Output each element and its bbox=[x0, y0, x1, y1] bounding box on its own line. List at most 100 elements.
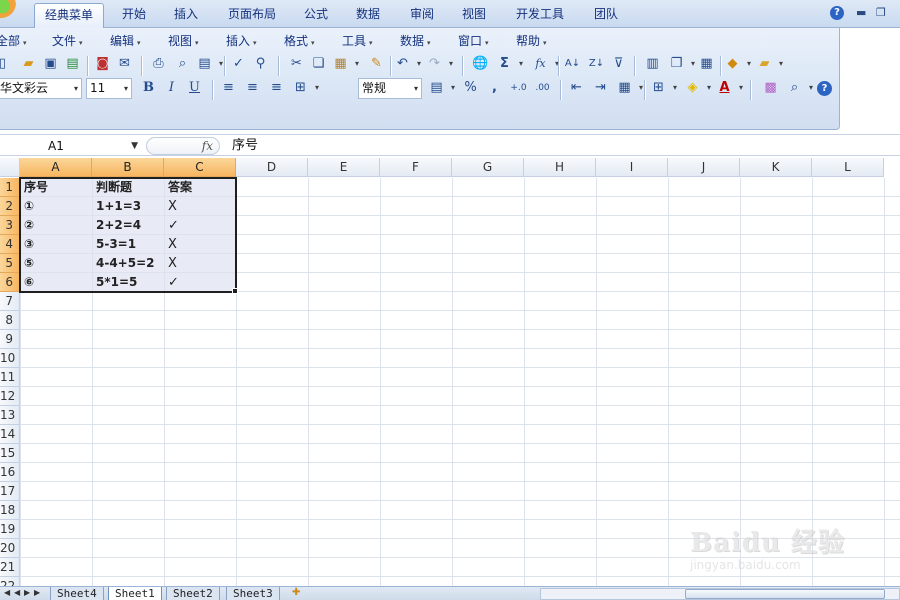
help-toolbar-icon[interactable]: ? bbox=[814, 78, 835, 99]
spelling-icon[interactable]: ✓ bbox=[228, 54, 249, 75]
ribbon-tab[interactable]: 团队 bbox=[584, 3, 628, 28]
row-header[interactable]: 10 bbox=[0, 349, 20, 368]
menu-item[interactable]: 窗口 ▾ bbox=[458, 32, 489, 50]
sort-ascending-icon[interactable]: A↓ bbox=[562, 54, 583, 75]
last-sheet-icon[interactable]: ▶ bbox=[34, 588, 40, 597]
cell-b3[interactable]: 2+2=4 bbox=[92, 216, 164, 235]
comma-style-button[interactable]: , bbox=[484, 78, 505, 99]
next-sheet-icon[interactable]: ▶ bbox=[24, 588, 30, 597]
row-header[interactable]: 7 bbox=[0, 292, 20, 311]
row-header[interactable]: 8 bbox=[0, 311, 20, 330]
zoom-search-icon[interactable]: ⌕ bbox=[784, 78, 813, 99]
folder-icon[interactable]: ▰ bbox=[754, 54, 784, 75]
cell-c6[interactable]: ✓ bbox=[164, 273, 236, 292]
ribbon-tab[interactable]: 页面布局 bbox=[218, 3, 286, 28]
row-header[interactable]: 16 bbox=[0, 463, 20, 482]
undo-icon[interactable]: ↶ bbox=[392, 54, 421, 75]
row-header[interactable]: 14 bbox=[0, 425, 20, 444]
column-header-b[interactable]: B bbox=[92, 158, 164, 177]
cell-b1[interactable]: 判断题 bbox=[92, 178, 164, 197]
cell-b4[interactable]: 5-3=1 bbox=[92, 235, 164, 254]
row-header[interactable]: 4 bbox=[0, 235, 20, 254]
bold-button[interactable]: B bbox=[138, 78, 159, 99]
fill-color-icon[interactable]: ◈ bbox=[682, 78, 712, 99]
cell-a6[interactable]: ⑥ bbox=[20, 273, 92, 292]
ribbon-tab[interactable]: 经典菜单 bbox=[34, 3, 105, 28]
font-size-combo[interactable]: 11 ▾ bbox=[86, 78, 132, 99]
horizontal-scrollbar[interactable] bbox=[540, 588, 900, 600]
italic-button[interactable]: I bbox=[161, 78, 182, 99]
column-header-f[interactable]: F bbox=[380, 158, 452, 177]
fill-handle[interactable] bbox=[232, 288, 238, 294]
restore-window-icon[interactable]: ❐ bbox=[876, 6, 886, 19]
formula-input[interactable]: 序号 bbox=[232, 137, 258, 155]
align-center-icon[interactable]: ≡ bbox=[242, 78, 263, 99]
menu-item[interactable]: 视图 ▾ bbox=[168, 32, 199, 50]
cell-c3[interactable]: ✓ bbox=[164, 216, 236, 235]
sheet-tab-sheet3[interactable]: Sheet3 bbox=[226, 587, 280, 600]
menu-item[interactable]: 帮助 ▾ bbox=[516, 32, 547, 50]
chart-icon[interactable]: ▥ bbox=[642, 54, 663, 75]
sort-descending-icon[interactable]: Z↓ bbox=[586, 54, 607, 75]
row-header[interactable]: 22 bbox=[0, 577, 20, 586]
print-preview-icon[interactable]: ⌕ bbox=[172, 54, 193, 75]
cell-a5[interactable]: ⑤ bbox=[20, 254, 92, 273]
smartart-icon[interactable]: ❐ bbox=[666, 54, 695, 75]
save-as-icon[interactable]: ▤ bbox=[62, 54, 83, 75]
page-setup-icon[interactable]: ▤ bbox=[194, 54, 223, 75]
row-header[interactable]: 9 bbox=[0, 330, 20, 349]
cell-a3[interactable]: ② bbox=[20, 216, 92, 235]
row-header[interactable]: 20 bbox=[0, 539, 20, 558]
row-header[interactable]: 5 bbox=[0, 254, 20, 273]
cell-c2[interactable]: X bbox=[164, 197, 236, 216]
ribbon-tab[interactable]: 视图 bbox=[452, 3, 496, 28]
column-header-d[interactable]: D bbox=[236, 158, 308, 177]
insert-sheet-icon[interactable]: ✚ bbox=[292, 587, 300, 598]
ribbon-tab[interactable]: 开始 bbox=[112, 3, 156, 28]
save-icon[interactable]: ▣ bbox=[40, 54, 61, 75]
cell-b2[interactable]: 1+1=3 bbox=[92, 197, 164, 216]
row-header[interactable]: 6 bbox=[0, 273, 20, 292]
select-all-corner[interactable] bbox=[0, 158, 20, 177]
menu-item[interactable]: 全部 ▾ bbox=[0, 32, 27, 50]
currency-icon[interactable]: ▤ bbox=[426, 78, 455, 99]
styles-icon[interactable]: ◆ bbox=[722, 54, 752, 75]
borders-icon[interactable]: ⊞ bbox=[648, 78, 677, 99]
hyperlink-icon[interactable]: 🌐 bbox=[470, 54, 491, 75]
insert-function-icon[interactable]: fx bbox=[530, 54, 559, 75]
column-header-h[interactable]: H bbox=[524, 158, 596, 177]
cell-b6[interactable]: 5*1=5 bbox=[92, 273, 164, 292]
column-header-k[interactable]: K bbox=[740, 158, 812, 177]
ribbon-tab[interactable]: 公式 bbox=[294, 3, 338, 28]
copy-icon[interactable]: ❏ bbox=[308, 54, 329, 75]
row-header[interactable]: 13 bbox=[0, 406, 20, 425]
column-header-c[interactable]: C bbox=[164, 158, 236, 177]
menu-item[interactable]: 文件 ▾ bbox=[52, 32, 83, 50]
align-left-icon[interactable]: ≡ bbox=[218, 78, 239, 99]
ribbon-tab[interactable]: 审阅 bbox=[400, 3, 444, 28]
cell-a4[interactable]: ③ bbox=[20, 235, 92, 254]
align-right-icon[interactable]: ≡ bbox=[266, 78, 287, 99]
row-header[interactable]: 18 bbox=[0, 501, 20, 520]
menu-item[interactable]: 工具 ▾ bbox=[342, 32, 373, 50]
prev-sheet-icon[interactable]: ◀ bbox=[14, 588, 20, 597]
cell-format-icon[interactable]: ▦ bbox=[614, 78, 643, 99]
font-name-combo[interactable]: 华文彩云 ▾ bbox=[0, 78, 82, 99]
row-header[interactable]: 3 bbox=[0, 216, 20, 235]
cell-c4[interactable]: X bbox=[164, 235, 236, 254]
column-header-l[interactable]: L bbox=[812, 158, 884, 177]
filter-icon[interactable]: ⊽ bbox=[608, 54, 629, 75]
cell-a2[interactable]: ① bbox=[20, 197, 92, 216]
research-icon[interactable]: ⚲ bbox=[250, 54, 271, 75]
name-box[interactable]: A1 ▼ bbox=[0, 137, 142, 155]
percent-button[interactable]: % bbox=[460, 78, 481, 99]
format-painter-icon[interactable]: ✎ bbox=[366, 54, 387, 75]
column-header-g[interactable]: G bbox=[452, 158, 524, 177]
menu-item[interactable]: 数据 ▾ bbox=[400, 32, 431, 50]
ribbon-tab[interactable]: 数据 bbox=[346, 3, 390, 28]
column-header-a[interactable]: A bbox=[20, 158, 92, 177]
row-header[interactable]: 1 bbox=[0, 178, 20, 197]
cell-c5[interactable]: X bbox=[164, 254, 236, 273]
ribbon-tab[interactable]: 开发工具 bbox=[506, 3, 574, 28]
ribbon-tab[interactable]: 插入 bbox=[164, 3, 208, 28]
